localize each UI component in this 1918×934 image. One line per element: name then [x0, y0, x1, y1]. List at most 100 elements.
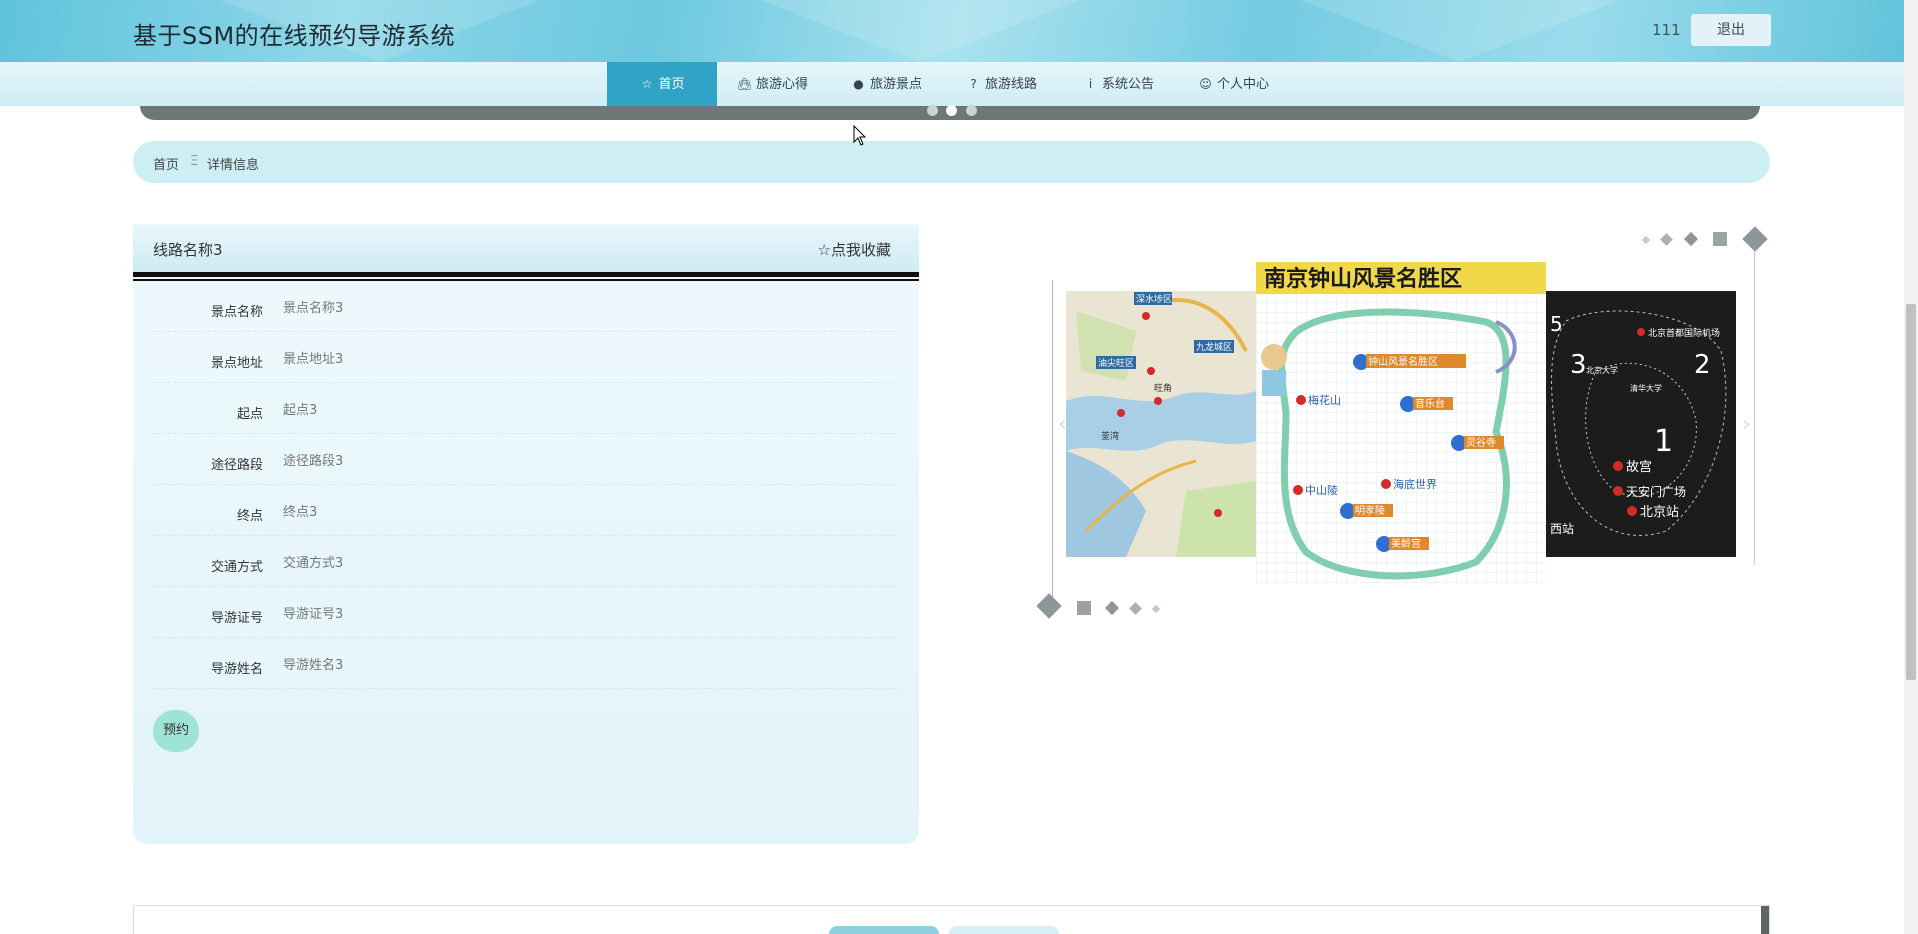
alert-icon: ●	[853, 77, 864, 91]
carousel-image-left[interactable]: 深水埗区 九龙城区 油尖旺区 旺角 荃湾	[1066, 291, 1256, 557]
diamond-decoration	[1129, 602, 1142, 615]
detail-label: 途径路段	[210, 458, 263, 473]
header-decoration	[760, 0, 1080, 62]
map-label: 钟山风景名胜区	[1368, 355, 1438, 368]
map-label: 北京首都国际机场	[1648, 327, 1720, 339]
detail-row: 导游证号 导游证号3	[153, 587, 897, 638]
banner-dot[interactable]	[927, 105, 938, 116]
detail-label: 导游证号	[210, 611, 263, 626]
map-label: 油尖旺区	[1098, 357, 1134, 369]
logout-button[interactable]: 退出	[1691, 14, 1771, 46]
nav-item-announcements[interactable]: i 系统公告	[1083, 62, 1154, 106]
mouse-cursor-icon	[853, 125, 867, 146]
map-illustration: 北京首都国际机场 故宫 天安门广场 北京站 西站 北京大学 清华大学 1 2 3…	[1546, 291, 1736, 557]
scrollbar-thumb[interactable]	[1906, 304, 1916, 680]
square-decoration	[1713, 232, 1727, 246]
banner-dot-active[interactable]	[946, 105, 957, 116]
map-label: 荃湾	[1101, 430, 1119, 442]
card-header: 线路名称3 ☆点我收藏	[133, 224, 919, 272]
detail-row: 途径路段 途径路段3	[153, 434, 897, 485]
detail-label: 起点	[236, 407, 263, 422]
detail-label: 景点地址	[210, 356, 263, 371]
map-label: 明孝陵	[1355, 505, 1385, 517]
map-label: 灵谷寺	[1466, 437, 1496, 449]
question-icon: ?	[970, 77, 977, 91]
panel-edge	[1761, 906, 1769, 934]
detail-value: 终点3	[283, 505, 318, 520]
map-label: 5	[1550, 312, 1563, 336]
nav-label: 旅游景点	[870, 77, 923, 92]
map-label: 海底世界	[1393, 477, 1437, 491]
map-label: 深水埗区	[1136, 293, 1172, 305]
nav-label: 系统公告	[1102, 77, 1155, 92]
map-label: 九龙城区	[1196, 341, 1232, 353]
detail-value: 导游姓名3	[283, 658, 344, 673]
nav-item-routes[interactable]: ? 旅游线路	[966, 62, 1037, 106]
detail-label: 交通方式	[210, 560, 263, 575]
banner-dot[interactable]	[966, 105, 977, 116]
nav-label: 首页	[658, 77, 685, 92]
top-header: 基于SSM的在线预约导游系统 111 退出	[0, 0, 1918, 62]
nav-label: 旅游线路	[985, 77, 1038, 92]
diamond-decoration	[1683, 231, 1699, 247]
header-decoration	[1300, 0, 1620, 62]
nav-label: 个人中心	[1217, 77, 1270, 92]
diamond-decoration	[1660, 233, 1673, 246]
breadcrumb-home[interactable]: 首页	[153, 154, 179, 173]
main-nav: ☆ 首页 👜︎ 旅游心得 ● 旅游景点 ? 旅游线路 i 系统公告 ☺︎ 个人中心	[0, 62, 1918, 106]
map-label: 2	[1694, 350, 1711, 380]
detail-row: 导游姓名 导游姓名3	[153, 638, 897, 689]
map-label: 北京大学	[1586, 365, 1618, 375]
map-illustration: 南京钟山风景名胜区 钟山风景名胜区 音乐台 灵谷寺 明孝陵 美龄宫 海底世界 梅…	[1256, 262, 1546, 584]
header-divider	[133, 272, 919, 277]
detail-value: 起点3	[283, 403, 318, 418]
diamond-decoration	[1151, 604, 1161, 614]
detail-value: 导游证号3	[283, 607, 344, 622]
carousel-image-right[interactable]: 北京首都国际机场 故宫 天安门广场 北京站 西站 北京大学 清华大学 1 2 3…	[1546, 291, 1736, 557]
bag-icon: 👜︎	[737, 77, 753, 91]
detail-value: 途径路段3	[283, 454, 344, 469]
square-decoration	[1077, 601, 1091, 615]
diamond-decoration	[1742, 226, 1768, 252]
detail-value: 景点地址3	[283, 352, 344, 367]
nav-label: 旅游心得	[756, 77, 809, 92]
map-illustration: 深水埗区 九龙城区 油尖旺区 旺角 荃湾	[1066, 291, 1256, 557]
bottom-tab[interactable]	[949, 926, 1059, 934]
carousel-prev-icon[interactable]: ‹	[1058, 412, 1067, 437]
carousel-next-icon[interactable]: ›	[1742, 412, 1751, 437]
map-label: 音乐台	[1415, 397, 1445, 410]
info-icon: i	[1088, 77, 1093, 91]
nav-item-profile[interactable]: ☺︎ 个人中心	[1198, 62, 1269, 106]
detail-row: 起点 起点3	[153, 383, 897, 434]
nav-item-home[interactable]: ☆ 首页	[607, 62, 717, 106]
user-icon: ☺︎	[1199, 77, 1212, 91]
favorite-button[interactable]: ☆点我收藏	[818, 239, 891, 260]
nav-item-travel-notes[interactable]: 👜︎ 旅游心得	[737, 62, 808, 106]
detail-row: 交通方式 交通方式3	[153, 536, 897, 587]
carousel-frame-line	[1052, 280, 1053, 610]
star-icon: ☆	[641, 77, 653, 91]
map-label: 梅花山	[1308, 393, 1341, 407]
bottom-panel	[133, 905, 1770, 934]
breadcrumb-current: 详情信息	[207, 158, 260, 173]
map-label: 3	[1570, 350, 1587, 380]
route-title: 线路名称3	[153, 241, 223, 259]
detail-label: 景点名称	[210, 305, 263, 320]
breadcrumb-separator: Ξ	[190, 154, 199, 169]
diamond-decoration	[1036, 593, 1062, 619]
map-label: 天安门广场	[1626, 484, 1686, 499]
map-label: 旺角	[1154, 382, 1172, 394]
detail-label: 终点	[236, 509, 263, 524]
detail-row: 景点名称 景点名称3	[153, 281, 897, 332]
site-title: 基于SSM的在线预约导游系统	[133, 22, 456, 50]
carousel-image-center[interactable]: 南京钟山风景名胜区 钟山风景名胜区 音乐台 灵谷寺 明孝陵 美龄宫 海底世界 梅…	[1256, 262, 1546, 584]
nav-item-attractions[interactable]: ● 旅游景点	[851, 62, 922, 106]
book-button[interactable]: 预约	[153, 710, 199, 752]
detail-row: 景点地址 景点地址3	[153, 332, 897, 383]
map-label: 中山陵	[1305, 484, 1338, 497]
carousel-frame-line	[1754, 245, 1755, 565]
bottom-tab[interactable]	[829, 926, 939, 934]
map-label: 西站	[1550, 522, 1574, 536]
diamond-decoration	[1104, 600, 1120, 616]
detail-value: 景点名称3	[283, 301, 344, 316]
